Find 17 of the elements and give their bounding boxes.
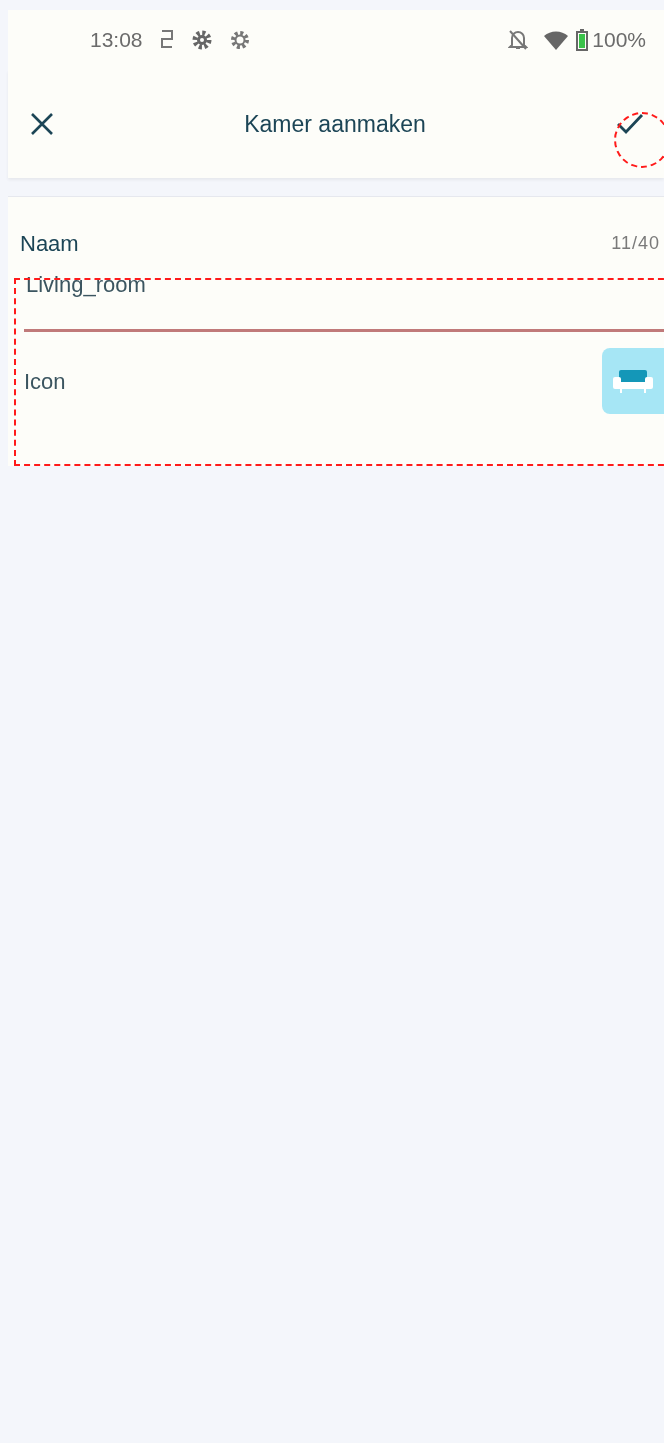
name-field[interactable]: Living_room xyxy=(24,268,664,332)
close-icon xyxy=(30,112,54,136)
character-counter: 11/40 xyxy=(611,232,660,255)
field-label: Naam xyxy=(20,230,79,258)
status-time: 13:08 xyxy=(90,27,143,54)
battery-icon xyxy=(576,29,589,51)
check-icon xyxy=(616,113,644,135)
icon-label: Icon xyxy=(24,367,66,396)
sofa-icon xyxy=(612,368,654,394)
icon-picker[interactable] xyxy=(602,348,664,414)
wifi-icon xyxy=(544,30,569,50)
gear-icon xyxy=(190,29,213,51)
bell-off-icon xyxy=(508,29,529,51)
gear-icon xyxy=(228,29,251,51)
battery-level: 100% xyxy=(592,27,646,54)
page-title: Kamer aanmaken xyxy=(244,110,426,137)
highlight-circle xyxy=(614,112,664,168)
